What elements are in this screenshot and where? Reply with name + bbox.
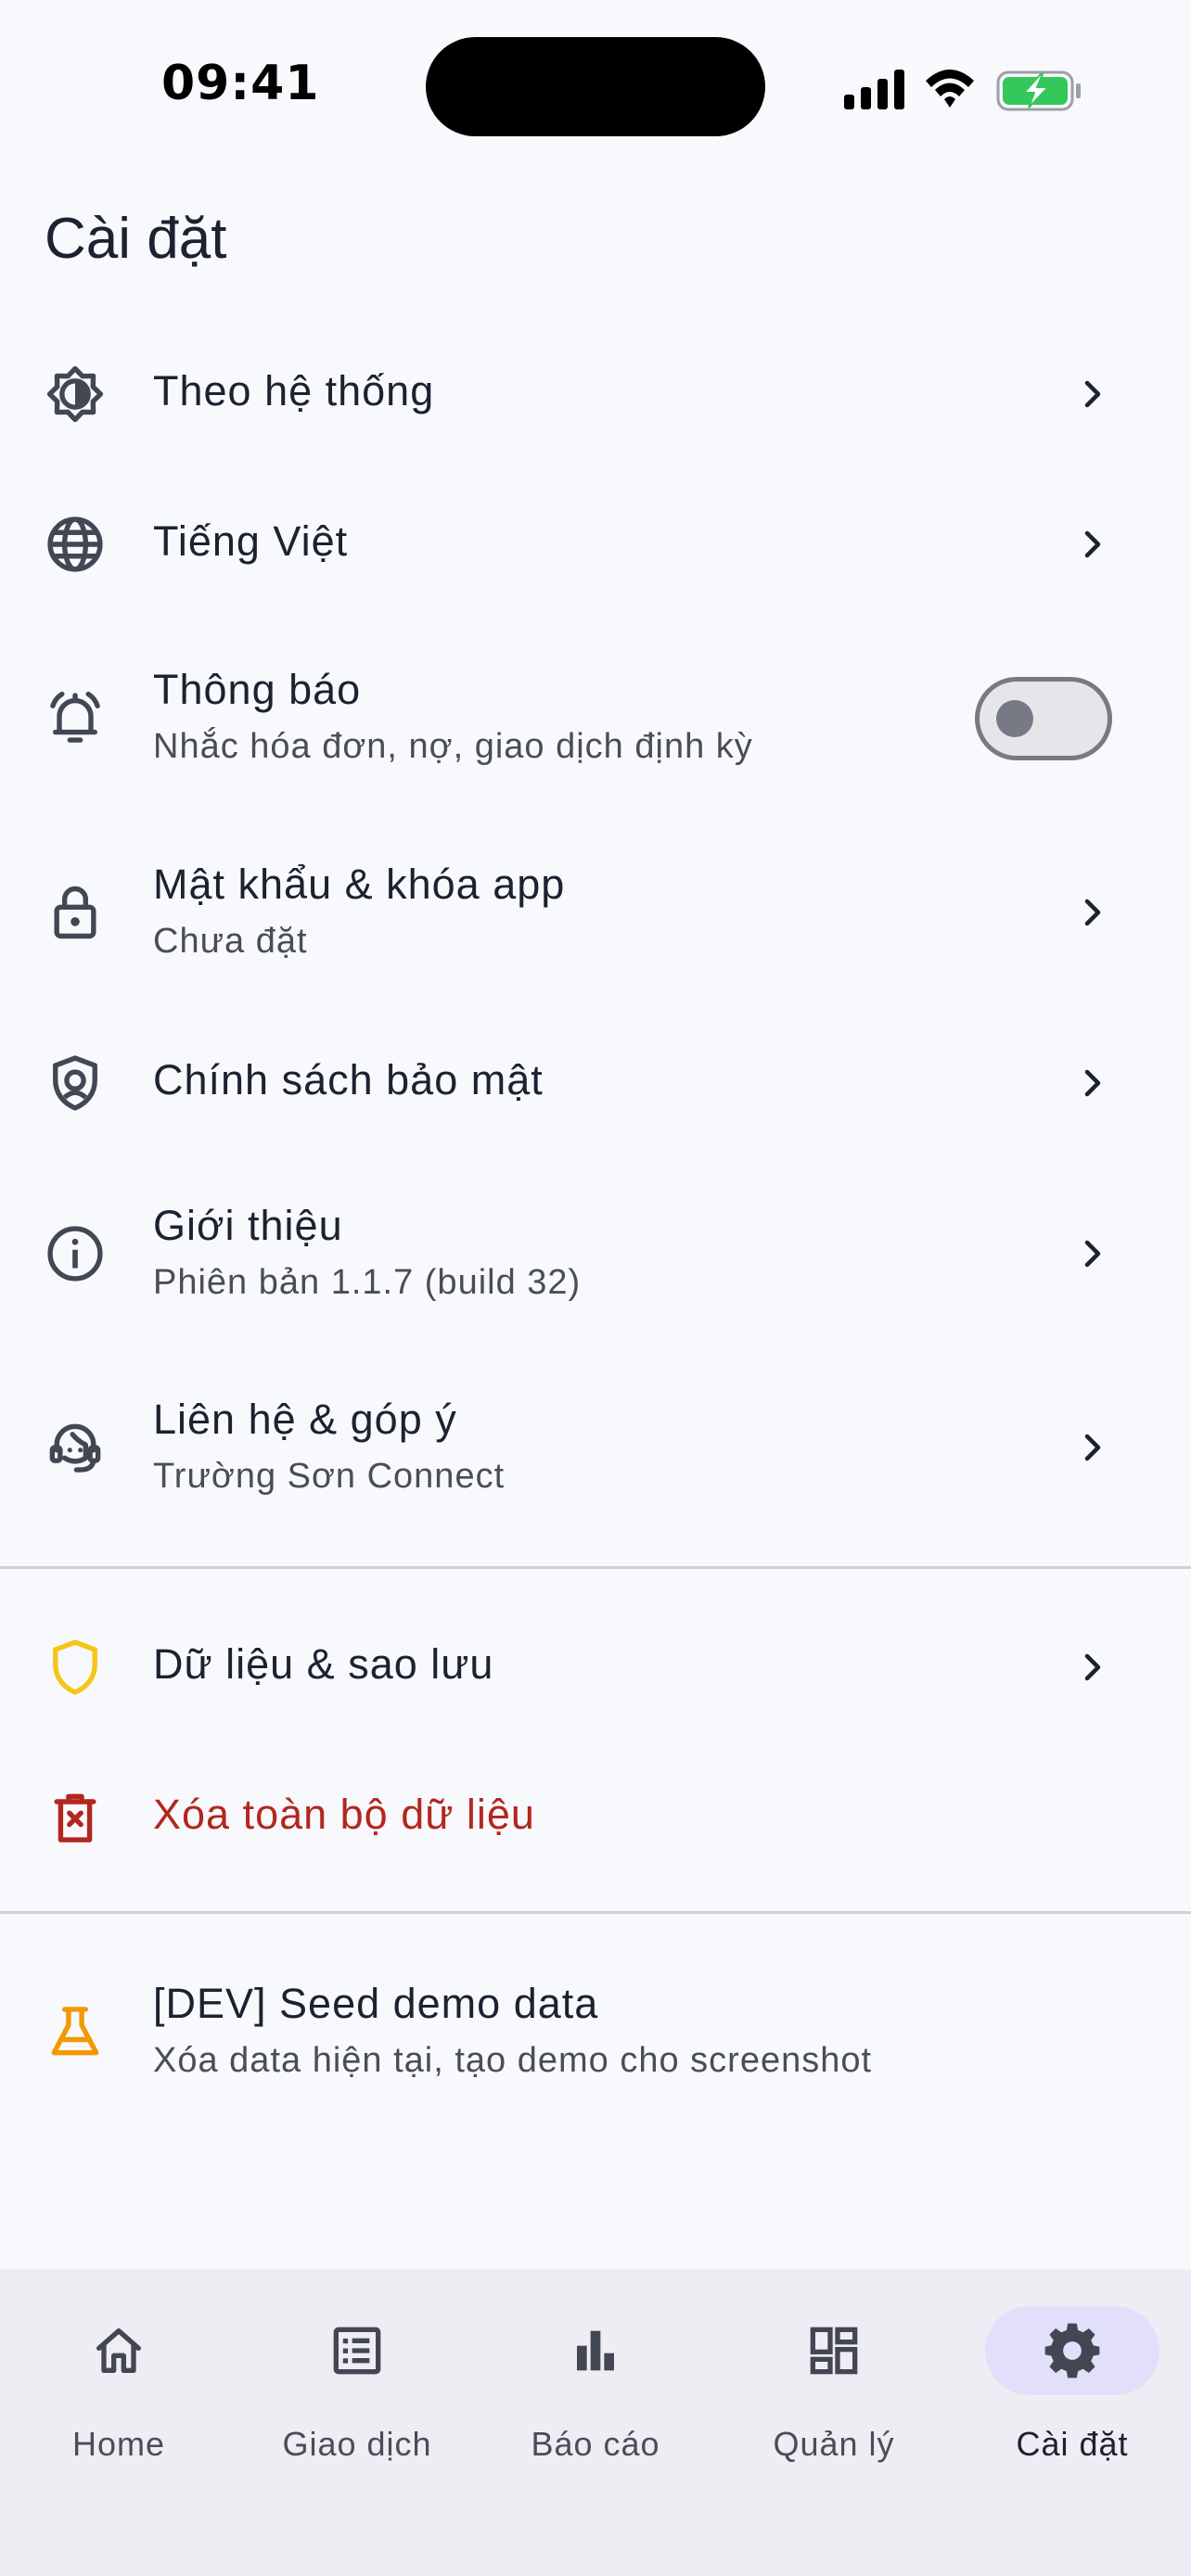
home-icon [96,2328,141,2373]
chevron-right-icon [1084,1434,1101,1461]
section-divider [0,1911,1191,1914]
setting-data-backup[interactable]: Dữ liệu & sao lưu [0,1616,1191,1718]
delete-forever-icon [54,1793,96,1843]
setting-dev-seed-subtitle: Xóa data hiện tại, tạo demo cho screensh… [153,2041,873,2080]
nav-item-home[interactable]: Home [0,2269,237,2473]
bottom-navigation: Home Giao dịch Báo cáo Quản lý Cài đặt [0,2269,1191,2576]
list-icon [333,2327,381,2375]
lock-icon [54,886,96,939]
shield-icon [53,1639,97,1695]
bar-chart-icon [577,2330,614,2371]
setting-notifications-subtitle: Nhắc hóa đơn, nợ, giao dịch định kỳ [153,727,753,766]
setting-contact[interactable]: Liên hệ & góp ý Trường Sơn Connect [0,1368,1191,1525]
setting-language-title: Tiếng Việt [153,517,349,565]
page-title: Cài đặt [45,207,227,271]
shield-person-icon [53,1055,97,1111]
section-divider [0,1566,1191,1569]
setting-about[interactable]: Giới thiệu Phiên bản 1.1.7 (build 32) [0,1174,1191,1332]
notifications-toggle[interactable] [975,677,1112,760]
setting-privacy-title: Chính sách bảo mật [153,1056,544,1103]
setting-dev-seed[interactable]: [DEV] Seed demo data Xóa data hiện tại, … [0,1952,1191,2110]
globe-icon [47,516,103,572]
chevron-right-icon [1084,1653,1101,1681]
nav-label: Quản lý [773,2425,895,2463]
chevron-right-icon [1084,1240,1101,1268]
status-bar: 09:41 [0,0,1191,167]
setting-data-backup-title: Dữ liệu & sao lưu [153,1640,494,1688]
nav-item-reports[interactable]: Báo cáo [477,2269,714,2473]
setting-privacy[interactable]: Chính sách bảo mật [0,1032,1191,1134]
setting-delete-all[interactable]: Xóa toàn bộ dữ liệu [0,1766,1191,1868]
wifi-icon [926,70,974,108]
chevron-right-icon [1084,1069,1101,1097]
toggle-knob [996,700,1033,737]
setting-password-title: Mật khẩu & khóa app [153,861,566,908]
alarm-bell-icon [50,691,100,743]
setting-theme[interactable]: Theo hệ thống [0,343,1191,445]
setting-password-subtitle: Chưa đặt [153,922,308,961]
setting-language[interactable]: Tiếng Việt [0,493,1191,595]
battery-charging-icon [996,70,1081,111]
nav-label: Cài đặt [1016,2425,1129,2463]
flask-icon [51,2007,99,2056]
setting-contact-subtitle: Trường Sơn Connect [153,1457,506,1496]
nav-label: Giao dịch [282,2425,432,2463]
support-agent-icon [49,1423,101,1473]
nav-label: Home [71,2425,166,2463]
gear-icon [1044,2323,1100,2378]
nav-item-manage[interactable]: Quản lý [715,2269,953,2473]
nav-label: Báo cáo [531,2425,660,2463]
info-icon [47,1226,103,1282]
status-icons [844,70,1081,111]
chevron-right-icon [1084,899,1101,926]
cellular-signal-icon [844,70,904,109]
setting-contact-title: Liên hệ & góp ý [153,1396,457,1443]
status-time: 09:41 [161,56,320,111]
setting-dev-seed-title: [DEV] Seed demo data [153,1980,599,2027]
setting-notifications-title: Thông báo [153,666,362,713]
nav-item-transactions[interactable]: Giao dịch [238,2269,476,2473]
nav-item-settings[interactable]: Cài đặt [954,2269,1191,2473]
chevron-right-icon [1084,530,1101,558]
setting-password[interactable]: Mật khẩu & khóa app Chưa đặt [0,836,1191,994]
setting-notifications[interactable]: Thông báo Nhắc hóa đơn, nợ, giao dịch đị… [0,640,1191,797]
dashboard-icon [810,2327,858,2375]
setting-delete-all-title: Xóa toàn bộ dữ liệu [153,1791,535,1838]
chevron-right-icon [1084,380,1101,408]
setting-theme-title: Theo hệ thống [153,367,435,414]
setting-about-subtitle: Phiên bản 1.1.7 (build 32) [153,1263,582,1302]
brightness-auto-icon [46,365,104,423]
setting-about-title: Giới thiệu [153,1202,343,1249]
dynamic-island [426,37,765,136]
